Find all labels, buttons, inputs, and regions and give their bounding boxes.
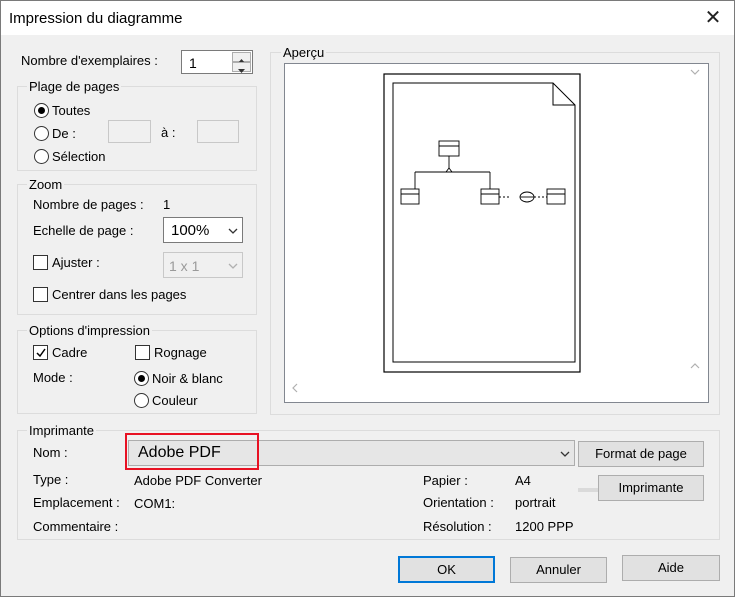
frame-checkbox[interactable]: [33, 345, 48, 360]
print-options-legend: Options d'impression: [27, 323, 152, 338]
radio-black-white-label: Noir & blanc: [152, 371, 223, 386]
to-label: à :: [161, 125, 176, 140]
print-button-edge: [578, 488, 600, 492]
print-button[interactable]: Imprimante: [598, 475, 704, 501]
radio-all-label: Toutes: [52, 103, 91, 118]
cancel-button[interactable]: Annuler: [510, 557, 607, 583]
scroll-down-icon: [690, 363, 700, 369]
diagram-box-right: [546, 188, 566, 205]
printer-type-label: Type :: [33, 472, 69, 487]
radio-all[interactable]: [34, 103, 49, 118]
center-checkbox[interactable]: [33, 287, 48, 302]
printer-type-value: Adobe PDF Converter: [134, 473, 262, 488]
to-page-field[interactable]: [197, 120, 239, 143]
fit-value: 1 x 1: [169, 258, 200, 274]
scale-select[interactable]: 100%: [163, 217, 243, 243]
mode-label: Mode :: [33, 370, 73, 385]
chevron-down-icon: [560, 451, 570, 457]
page-setup-button[interactable]: Format de page: [578, 441, 704, 467]
radio-color-label: Couleur: [152, 393, 198, 408]
copies-up-arrow-icon[interactable]: [232, 52, 251, 63]
chevron-down-icon: [228, 263, 238, 269]
crop-label: Rognage: [154, 345, 207, 360]
diagram-box-mid: [480, 188, 500, 205]
from-page-field[interactable]: [108, 120, 151, 143]
resolution-value: 1200 PPP: [515, 519, 574, 534]
paper-label: Papier :: [423, 473, 468, 488]
orientation-value: portrait: [515, 495, 556, 510]
copies-down-arrow-icon[interactable]: [232, 62, 251, 73]
preview-pane[interactable]: [284, 63, 709, 403]
frame-label: Cadre: [52, 345, 88, 360]
scale-value: 100%: [171, 222, 210, 239]
pages-count-value: 1: [163, 197, 171, 212]
title-bar: Impression du diagramme ✕: [1, 1, 734, 35]
printer-name-value: Adobe PDF: [138, 444, 221, 461]
fit-select[interactable]: 1 x 1: [163, 252, 243, 278]
radio-from[interactable]: [34, 126, 49, 141]
radio-color[interactable]: [134, 393, 149, 408]
fit-label: Ajuster :: [52, 255, 100, 270]
preview-legend: Aperçu: [281, 45, 327, 60]
fit-checkbox[interactable]: [33, 255, 48, 270]
radio-selection[interactable]: [34, 149, 49, 164]
window-title: Impression du diagramme: [9, 10, 183, 27]
copies-stepper[interactable]: 1: [181, 50, 253, 74]
scale-label: Echelle de page :: [33, 223, 134, 238]
radio-from-label: De :: [52, 126, 76, 141]
ok-button[interactable]: OK: [398, 556, 495, 583]
radio-black-white[interactable]: [134, 371, 149, 386]
center-label: Centrer dans les pages: [52, 287, 187, 302]
chevron-down-icon: [228, 228, 238, 234]
printer-comment-label: Commentaire :: [33, 519, 119, 534]
paper-value: A4: [515, 473, 531, 488]
scroll-up-icon: [690, 69, 700, 75]
printer-location-value: COM1:: [134, 496, 176, 511]
printer-location-label: Emplacement :: [33, 495, 120, 510]
pages-count-label: Nombre de pages :: [33, 197, 144, 212]
copies-label: Nombre d'exemplaires :: [21, 53, 158, 68]
page-range-legend: Plage de pages: [27, 79, 122, 94]
preview-canvas: [292, 69, 700, 393]
resolution-label: Résolution :: [423, 519, 492, 534]
printer-legend: Imprimante: [27, 423, 97, 438]
radio-selection-label: Sélection: [52, 149, 106, 164]
diagram-box-top: [438, 140, 460, 157]
diagram-box-left: [400, 188, 420, 205]
printer-name-label: Nom :: [33, 445, 68, 460]
copies-value: 1: [189, 55, 197, 71]
help-button[interactable]: Aide: [622, 555, 720, 581]
orientation-label: Orientation :: [423, 495, 494, 510]
print-dialog: Impression du diagramme ✕ Nombre d'exemp…: [0, 0, 735, 597]
page-sheet: [392, 82, 576, 363]
scroll-left-icon: [292, 383, 298, 393]
zoom-legend: Zoom: [27, 177, 65, 192]
close-icon[interactable]: ✕: [701, 6, 725, 30]
crop-checkbox[interactable]: [135, 345, 150, 360]
